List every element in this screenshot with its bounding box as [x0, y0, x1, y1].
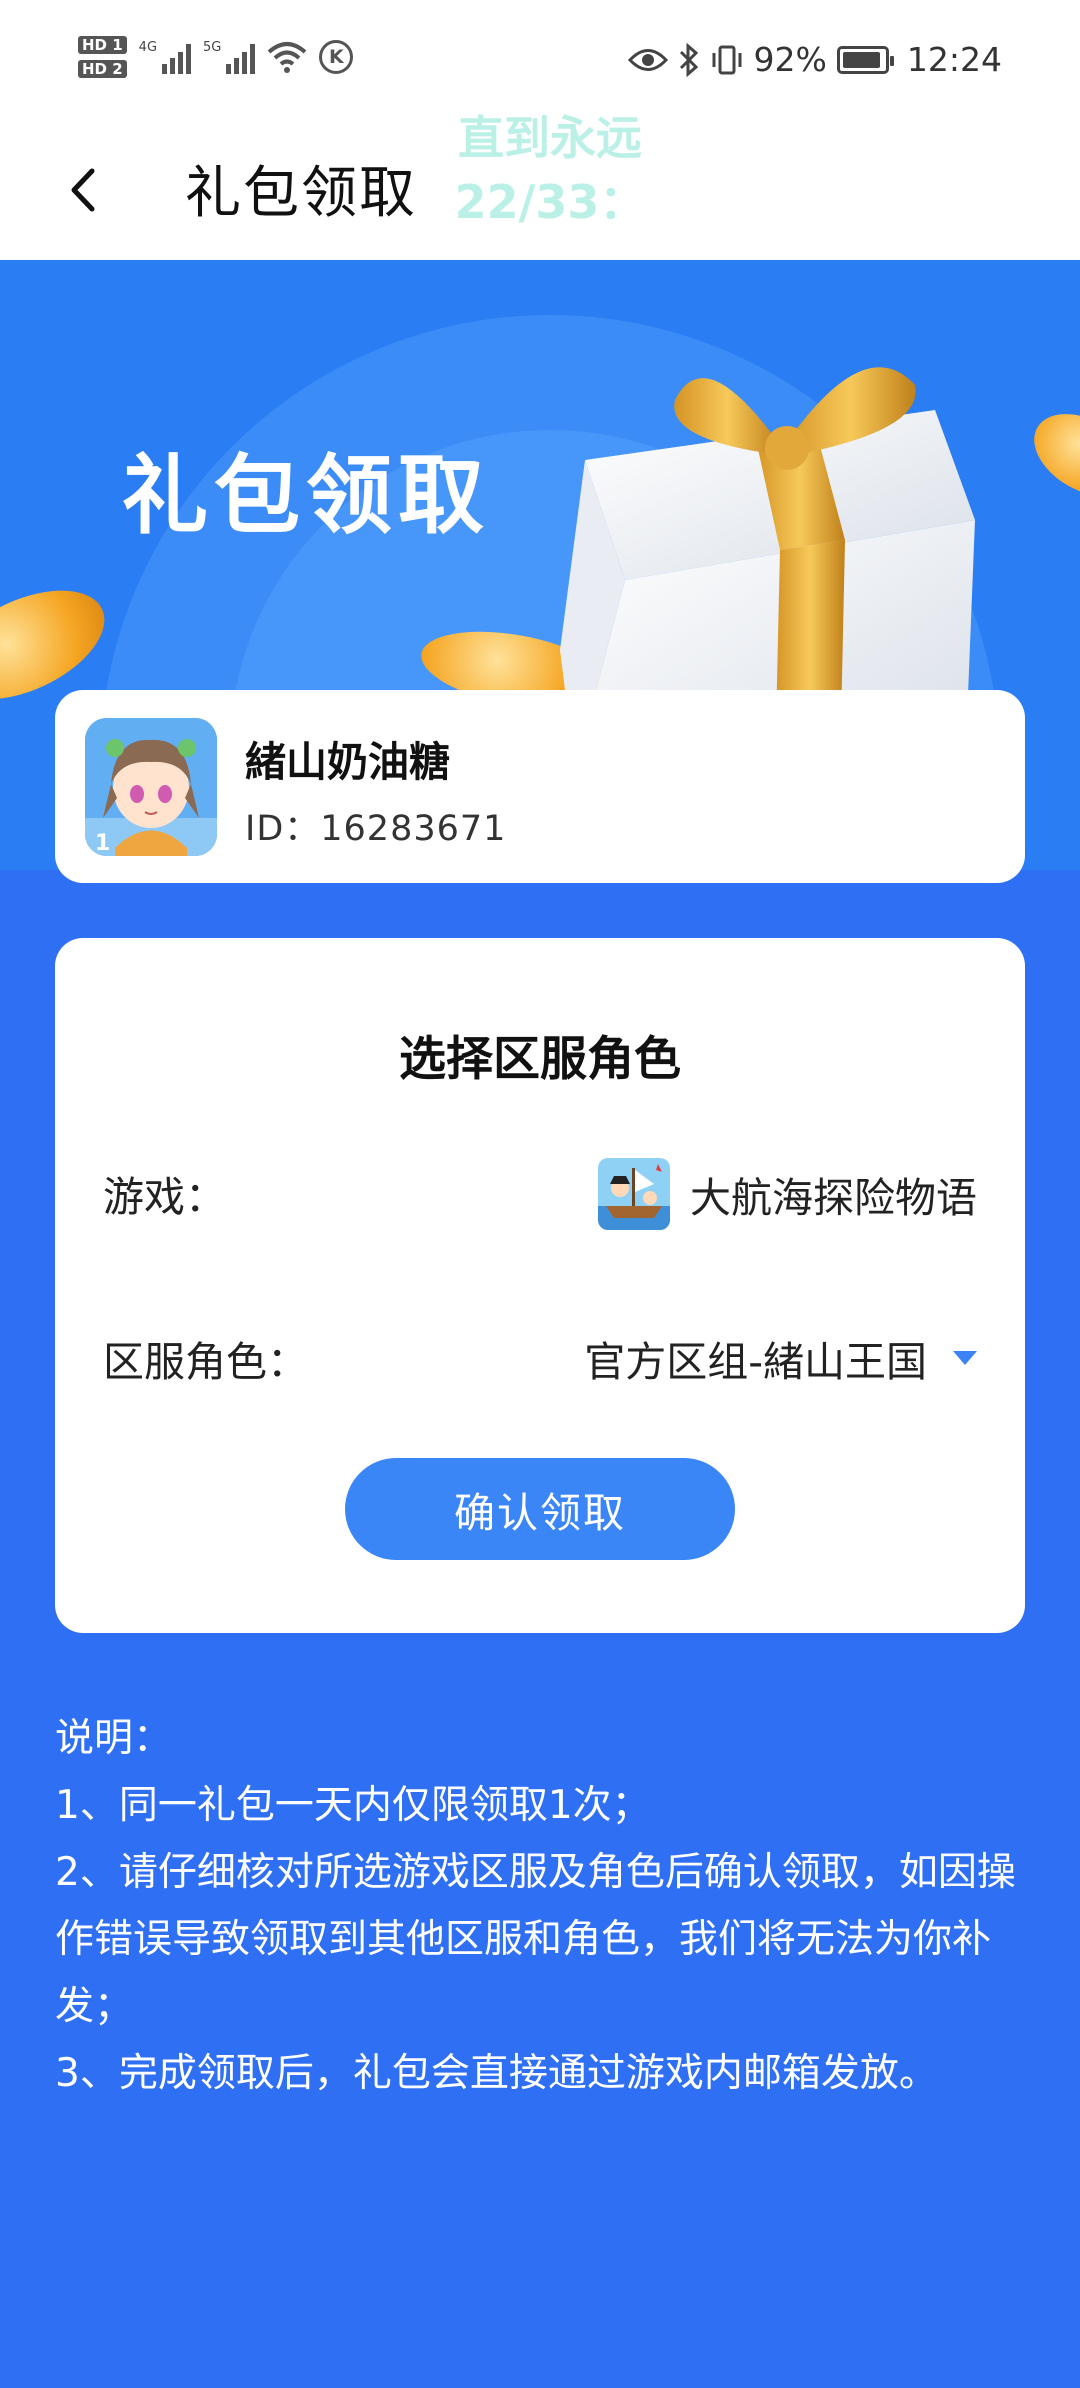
select-card-title: 选择区服角色: [399, 1032, 681, 1087]
game-icon: [598, 1158, 670, 1230]
instructions-line2: 2、请仔细核对所选游戏区服及角色后确认领取，如因操作错误导致领取到其他区服和角色…: [55, 1850, 1016, 2029]
svg-text:1: 1: [95, 831, 110, 856]
status-right: 92% 12:24: [627, 40, 1002, 79]
app-header: 礼包领取 直到永远 22/33：: [0, 111, 1080, 260]
eye-icon: [627, 48, 668, 71]
overlay-line1: 直到永远: [458, 111, 642, 165]
banner-title: 礼包领取: [122, 446, 490, 546]
user-card: 1 緒山奶油糖 ID：16283671: [55, 690, 1025, 883]
avatar-anime-girl-icon: 1: [85, 718, 217, 856]
server-role-value: 官方区组-緒山王国: [584, 1338, 927, 1386]
hd-indicators: HD 1 HD 2: [78, 36, 127, 78]
chevron-left-icon: [71, 168, 95, 212]
net1-label: 4G: [138, 40, 158, 55]
floating-overlay: 直到永远 22/33：: [440, 106, 660, 234]
dropdown-arrow-icon: [953, 1351, 977, 1365]
game-value: 大航海探险物语: [598, 1158, 977, 1230]
signal-5g-icon: 5G: [203, 40, 256, 74]
confirm-claim-button[interactable]: 确认领取: [345, 1458, 735, 1560]
avatar: 1: [85, 718, 217, 856]
k-icon: K: [319, 40, 354, 74]
overlay-line2: 22/33：: [454, 175, 646, 229]
server-role-select[interactable]: 官方区组-緒山王国: [584, 1328, 977, 1388]
bluetooth-icon: [679, 42, 698, 77]
select-role-card: 选择区服角色 游戏： 大航海探险物语 区服角色： 官方区组-緒山王国 确认领取: [55, 938, 1025, 1633]
pirate-ship-icon: [598, 1158, 670, 1230]
instructions: 说明： 1、同一礼包一天内仅限领取1次； 2、请仔细核对所选游戏区服及角色后确认…: [55, 1705, 1035, 2107]
status-left: HD 1 HD 2 4G 5G K: [78, 36, 354, 78]
instructions-heading: 说明：: [55, 1716, 173, 1761]
back-button[interactable]: [58, 160, 108, 220]
server-role-label: 区服角色：: [103, 1338, 308, 1386]
net2-label: 5G: [203, 40, 222, 55]
battery-icon: [836, 45, 894, 74]
instructions-line1: 1、同一礼包一天内仅限领取1次；: [55, 1783, 651, 1828]
vibrate-icon: [712, 45, 742, 74]
hd1-badge: HD 1: [78, 36, 127, 54]
page-title: 礼包领取: [185, 161, 417, 226]
signal-4g-icon: 4G: [138, 40, 192, 74]
clock: 12:24: [906, 40, 1002, 79]
game-name: 大航海探险物语: [690, 1174, 977, 1222]
game-label: 游戏：: [103, 1173, 226, 1221]
instructions-line3: 3、完成领取后，礼包会直接通过游戏内邮箱发放。: [55, 2051, 938, 2096]
user-id: ID：16283671: [245, 809, 507, 849]
hd2-badge: HD 2: [78, 60, 127, 78]
wifi-icon: [268, 42, 307, 73]
user-name: 緒山奶油糖: [245, 738, 450, 786]
battery-percent: 92%: [753, 40, 827, 79]
coin-right-icon: [1019, 397, 1080, 513]
